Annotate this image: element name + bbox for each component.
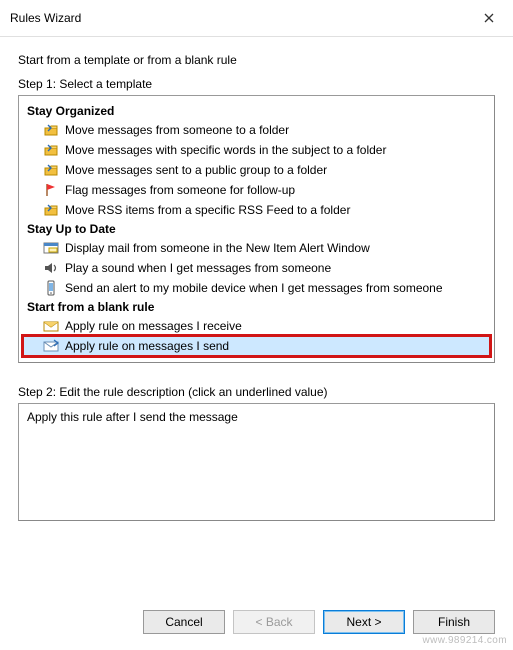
wizard-footer: Cancel < Back Next > Finish: [143, 610, 495, 634]
template-item[interactable]: Display mail from someone in the New Ite…: [23, 238, 490, 258]
template-list[interactable]: Stay Organized Move messages from someon…: [18, 95, 495, 363]
template-label: Send an alert to my mobile device when I…: [65, 280, 443, 296]
intro-text: Start from a template or from a blank ru…: [18, 53, 495, 67]
template-label: Move messages from someone to a folder: [65, 122, 289, 138]
template-item-selected[interactable]: Apply rule on messages I send: [23, 336, 490, 356]
template-item[interactable]: Send an alert to my mobile device when I…: [23, 278, 490, 298]
mobile-icon: [43, 280, 59, 296]
watermark-text: www.989214.com: [422, 635, 507, 646]
template-label: Display mail from someone in the New Ite…: [65, 240, 370, 256]
move-to-folder-icon: [43, 142, 59, 158]
template-label: Move messages sent to a public group to …: [65, 162, 327, 178]
step2-label: Step 2: Edit the rule description (click…: [18, 385, 495, 399]
flag-icon: [43, 182, 59, 198]
back-button[interactable]: < Back: [233, 610, 315, 634]
template-label: Apply rule on messages I send: [65, 338, 229, 354]
template-item[interactable]: Apply rule on messages I receive: [23, 316, 490, 336]
cancel-button[interactable]: Cancel: [143, 610, 225, 634]
close-button[interactable]: [473, 6, 505, 30]
step1-label: Step 1: Select a template: [18, 77, 495, 91]
mail-out-icon: [43, 338, 59, 354]
template-label: Apply rule on messages I receive: [65, 318, 242, 334]
template-item[interactable]: Move RSS items from a specific RSS Feed …: [23, 200, 490, 220]
template-item[interactable]: Move messages with specific words in the…: [23, 140, 490, 160]
template-label: Move RSS items from a specific RSS Feed …: [65, 202, 350, 218]
sound-icon: [43, 260, 59, 276]
category-stay-organized: Stay Organized: [23, 102, 490, 120]
category-stay-up-to-date: Stay Up to Date: [23, 220, 490, 238]
template-item[interactable]: Move messages from someone to a folder: [23, 120, 490, 140]
mail-in-icon: [43, 318, 59, 334]
rule-description-box[interactable]: Apply this rule after I send the message: [18, 403, 495, 521]
template-item[interactable]: Move messages sent to a public group to …: [23, 160, 490, 180]
finish-button[interactable]: Finish: [413, 610, 495, 634]
window-title: Rules Wizard: [10, 11, 81, 25]
category-start-from-blank: Start from a blank rule: [23, 298, 490, 316]
alert-window-icon: [43, 240, 59, 256]
move-to-folder-icon: [43, 162, 59, 178]
template-item[interactable]: Play a sound when I get messages from so…: [23, 258, 490, 278]
template-label: Play a sound when I get messages from so…: [65, 260, 331, 276]
template-item[interactable]: Flag messages from someone for follow-up: [23, 180, 490, 200]
template-label: Flag messages from someone for follow-up: [65, 182, 295, 198]
titlebar: Rules Wizard: [0, 0, 513, 37]
wizard-content: Start from a template or from a blank ru…: [0, 37, 513, 531]
move-to-folder-icon: [43, 122, 59, 138]
move-to-folder-icon: [43, 202, 59, 218]
next-button[interactable]: Next >: [323, 610, 405, 634]
rule-description-text: Apply this rule after I send the message: [27, 410, 238, 424]
template-label: Move messages with specific words in the…: [65, 142, 386, 158]
close-icon: [484, 13, 494, 23]
